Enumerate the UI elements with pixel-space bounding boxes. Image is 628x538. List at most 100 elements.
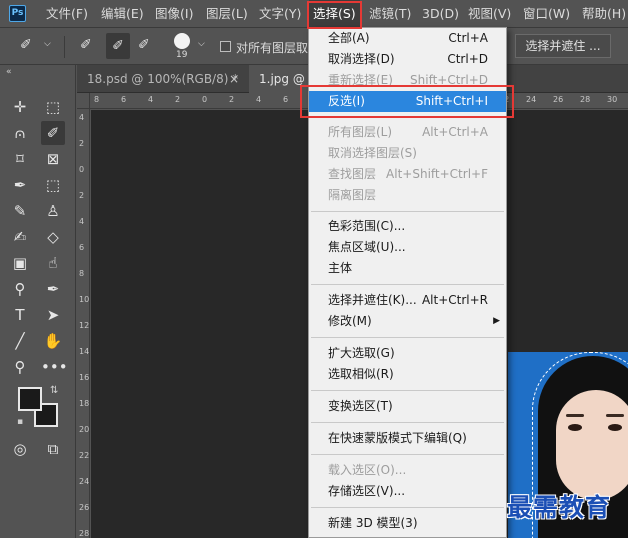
menu-separator [311, 117, 504, 118]
menu-item-reselect[interactable]: 重新选择(E) Shift+Ctrl+D [309, 70, 506, 91]
zoom-tool-icon[interactable]: ⚲ [8, 355, 32, 379]
line-tool-icon[interactable]: ╱ [8, 329, 32, 353]
object-selection-tool-icon[interactable]: ⬚ [41, 173, 65, 197]
menu-item-transform-selection[interactable]: 变换选区(T) [309, 396, 506, 417]
menu-3d[interactable]: 3D(D) [422, 0, 459, 28]
eraser-tool-icon[interactable]: ◇ [41, 225, 65, 249]
add-to-selection-icon[interactable]: ✐ [106, 33, 130, 59]
pen-tool-icon[interactable]: ✒ [41, 277, 65, 301]
menu-view[interactable]: 视图(V) [468, 0, 511, 28]
menu-item-all[interactable]: 全部(A) Ctrl+A [309, 28, 506, 49]
menu-item-label: 修改(M) [328, 314, 372, 328]
menu-item-label: 所有图层(L) [328, 125, 393, 139]
screen-mode-icon[interactable]: ⧉ [41, 437, 65, 461]
more-tools-icon[interactable]: ••• [41, 355, 68, 379]
menu-item-inverse[interactable]: 反选(I) Shift+Ctrl+I [309, 91, 506, 112]
ruler-tick-label: 8 [94, 95, 100, 104]
menu-filter[interactable]: 滤镜(T) [369, 0, 411, 28]
menu-item-deselect-layers[interactable]: 取消选择图层(S) [309, 143, 506, 164]
ruler-tick-label: 4 [79, 113, 85, 122]
ruler-tick-label: 24 [79, 477, 90, 486]
hand-tool-icon[interactable]: ✋ [41, 329, 65, 353]
menu-image[interactable]: 图像(I) [155, 0, 193, 28]
clone-stamp-tool-icon[interactable]: ♙ [41, 199, 65, 223]
menu-item-isolate-layers[interactable]: 隔离图层 [309, 185, 506, 206]
type-tool-icon[interactable]: T [8, 303, 32, 327]
menu-item-focus-area[interactable]: 焦点区域(U)... [309, 237, 506, 258]
select-menu-dropdown: 全部(A) Ctrl+A 取消选择(D) Ctrl+D 重新选择(E) Shift+C… [308, 27, 507, 538]
ruler-tick-label: 2 [229, 95, 235, 104]
move-tool-icon[interactable]: ✛ [8, 95, 32, 119]
marquee-tool-icon[interactable]: ⬚ [41, 95, 65, 119]
menu-item-find-layers[interactable]: 查找图层 Alt+Shift+Ctrl+F [309, 164, 506, 185]
ruler-tick-label: 20 [79, 425, 90, 434]
menu-item-new-3d-model[interactable]: 新建 3D 模型(3) [309, 513, 506, 534]
brush-chevron-down-icon[interactable]: ⌵ [198, 39, 205, 49]
menu-separator [311, 337, 504, 338]
menu-item-label: 重新选择(E) [328, 73, 393, 87]
tab-18-psd[interactable]: 18.psd @ 100%(RGB/8) * [77, 65, 243, 93]
menu-item-load-selection[interactable]: 载入选区(O)... [309, 460, 506, 481]
healing-brush-tool-icon[interactable]: ✎ [8, 199, 32, 223]
menu-item-shortcut: Alt+Ctrl+A [422, 125, 488, 139]
menu-item-deselect[interactable]: 取消选择(D) Ctrl+D [309, 49, 506, 70]
path-selection-tool-icon[interactable]: ➤ [41, 303, 65, 327]
ruler-tick-label: 14 [79, 347, 90, 356]
menu-window[interactable]: 窗口(W) [523, 0, 570, 28]
menu-item-all-layers[interactable]: 所有图层(L) Alt+Ctrl+A [309, 122, 506, 143]
ruler-tick-label: 12 [79, 321, 90, 330]
subtract-from-selection-icon[interactable]: ✐ [138, 37, 150, 53]
menu-bar: Ps 文件(F) 编辑(E) 图像(I) 图层(L) 文字(Y) 选择(S) 滤… [0, 0, 628, 28]
collapse-panel-icon[interactable]: « [6, 67, 12, 77]
menu-edit[interactable]: 编辑(E) [101, 0, 144, 28]
quick-selection-preset-icon[interactable]: ✐ [20, 37, 32, 53]
quick-selection-tool-icon[interactable]: ✐ [41, 121, 65, 145]
lasso-tool-icon[interactable]: ⩀ [8, 121, 32, 145]
ruler-tick-label: 0 [79, 165, 85, 174]
menu-item-label: 隔离图层 [328, 188, 377, 202]
menu-type[interactable]: 文字(Y) [259, 0, 301, 28]
menu-item-subject[interactable]: 主体 [309, 258, 506, 279]
menu-item-shortcut: Ctrl+D [447, 52, 488, 66]
menu-file[interactable]: 文件(F) [46, 0, 88, 28]
menu-item-color-range[interactable]: 色彩范围(C)... [309, 216, 506, 237]
dodge-tool-icon[interactable]: ⚲ [8, 277, 32, 301]
tools-panel: « ✛ ⬚ ⩀ ✐ ⌑ ⊠ ✒ ⬚ ✎ ♙ ✍ ◇ ▣ ☝ ⚲ ✒ T ➤ ╱ … [0, 65, 76, 538]
ruler-tick-label: 6 [121, 95, 127, 104]
menu-item-grow[interactable]: 扩大选取(G) [309, 343, 506, 364]
foreground-color-swatch[interactable] [18, 387, 42, 411]
ruler-tick-label: 8 [79, 269, 85, 278]
ruler-tick-label: 26 [79, 503, 90, 512]
menu-help[interactable]: 帮助(H) [582, 0, 626, 28]
photoshop-logo-icon: Ps [9, 5, 26, 22]
menu-item-select-and-mask[interactable]: 选择并遮住(K)... Alt+Ctrl+R [309, 290, 506, 311]
gradient-tool-icon[interactable]: ▣ [8, 251, 32, 275]
sample-all-layers-checkbox[interactable] [220, 41, 231, 52]
menu-layer[interactable]: 图层(L) [206, 0, 248, 28]
brush-size-value: 19 [176, 50, 188, 60]
brush-preset-icon[interactable] [174, 33, 190, 49]
new-selection-icon[interactable]: ✐ [80, 37, 92, 53]
ruler-tick-label: 28 [580, 95, 591, 104]
menu-item-shortcut: Alt+Shift+Ctrl+F [386, 167, 488, 181]
ruler-tick-label: 10 [79, 295, 90, 304]
select-and-mask-button[interactable]: 选择并遮住 ... [515, 34, 611, 58]
chevron-down-icon[interactable]: ⌵ [44, 39, 51, 49]
close-tab-icon[interactable]: × [229, 65, 239, 93]
menu-item-save-selection[interactable]: 存储选区(V)... [309, 481, 506, 502]
menu-item-label: 选择并遮住(K)... [328, 293, 417, 307]
frame-tool-icon[interactable]: ⊠ [41, 147, 65, 171]
swap-colors-icon[interactable]: ⇅ [50, 385, 58, 396]
menu-item-quick-mask-edit[interactable]: 在快速蒙版模式下编辑(Q) [309, 428, 506, 449]
crop-tool-icon[interactable]: ⌑ [8, 147, 32, 171]
default-colors-icon[interactable]: ▪ [17, 417, 23, 427]
menu-item-label: 焦点区域(U)... [328, 240, 406, 254]
menu-select[interactable]: 选择(S) [309, 0, 360, 28]
quick-mask-icon[interactable]: ◎ [8, 437, 32, 461]
history-brush-tool-icon[interactable]: ✍ [8, 225, 32, 249]
smudge-tool-icon[interactable]: ☝ [41, 251, 65, 275]
menu-item-label: 查找图层 [328, 167, 377, 181]
eyedropper-tool-icon[interactable]: ✒ [8, 173, 32, 197]
menu-item-similar[interactable]: 选取相似(R) [309, 364, 506, 385]
menu-item-modify[interactable]: 修改(M) ▶ [309, 311, 506, 332]
